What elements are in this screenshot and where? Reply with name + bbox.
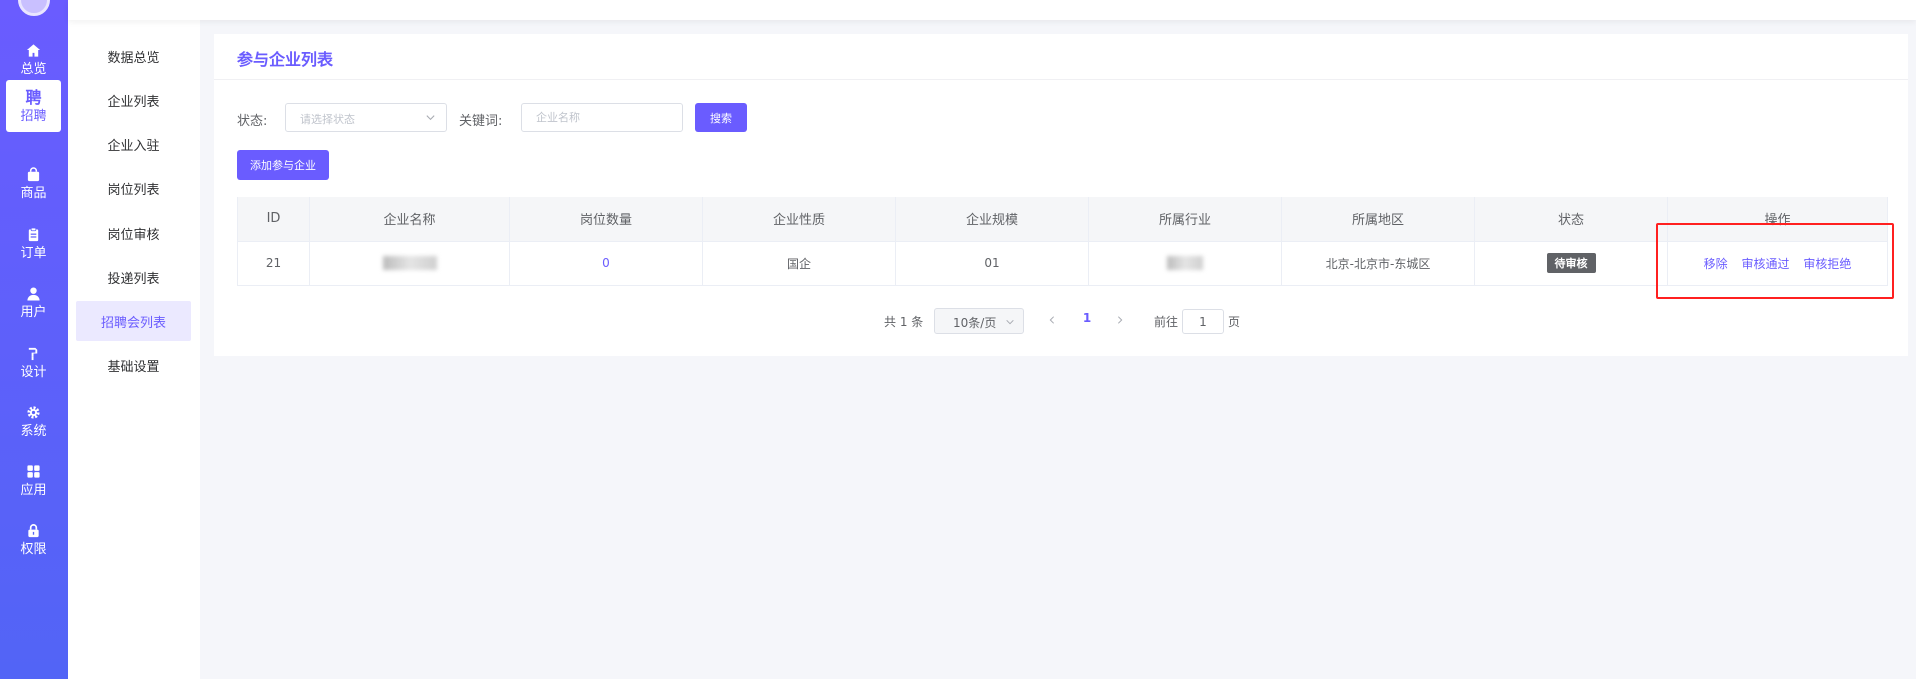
status-badge: 待审核: [1546, 253, 1596, 273]
submenu-item-job-fair-list[interactable]: 招聘会列表: [76, 301, 191, 341]
col-header-actions: 操作: [1667, 197, 1888, 242]
page-size-select[interactable]: 10条/页: [934, 308, 1024, 334]
recruit-icon: 聘: [25, 87, 42, 107]
keyword-filter-label: 关键词:: [459, 114, 503, 129]
col-header-region: 所属地区: [1281, 197, 1475, 242]
pagination-total: 共 1 条: [884, 315, 924, 329]
cell-actions: 移除 审核通过 审核拒绝: [1667, 241, 1888, 286]
user-icon: [26, 286, 41, 301]
cell-scale: 01: [895, 241, 1089, 286]
participants-table: ID 企业名称 岗位数量 企业性质 企业规模 所属行业 所属地区 状态 操作 2…: [237, 197, 1888, 286]
rail-item-goods[interactable]: 商品: [6, 158, 61, 210]
submenu-item-delivery-list[interactable]: 投递列表: [76, 257, 191, 297]
chevron-down-icon: [426, 115, 435, 121]
rail-item-system[interactable]: 系统: [6, 396, 61, 448]
cell-id: 21: [237, 241, 310, 286]
content-card: 参与企业列表 状态: 请选择状态 关键词: 搜索 添加参与企业: [214, 34, 1908, 356]
table-row: 21 0 国企 01 北京-北京市-东城区 待审核 移除 审核通过 审核拒绝: [237, 241, 1888, 286]
goto-suffix: 页: [1228, 315, 1241, 329]
rail-item-orders[interactable]: 订单: [6, 218, 61, 270]
main-nav-rail: 总览 聘 招聘 商品 订单 用户 设计 系统 应用 权限: [0, 0, 68, 679]
col-header-company-name: 企业名称: [309, 197, 510, 242]
search-button[interactable]: 搜索: [695, 103, 747, 132]
col-header-job-count: 岗位数量: [509, 197, 703, 242]
card-header: 参与企业列表: [214, 34, 1908, 80]
sub-menu: 数据总览 企业列表 企业入驻 岗位列表 岗位审核 投递列表 招聘会列表 基础设置: [68, 0, 200, 679]
submenu-item-data-overview[interactable]: 数据总览: [76, 36, 191, 76]
status-filter-label: 状态:: [237, 114, 268, 129]
remove-button[interactable]: 移除: [1704, 257, 1728, 271]
cell-region: 北京-北京市-东城区: [1281, 241, 1475, 286]
cell-nature: 国企: [702, 241, 896, 286]
reject-button[interactable]: 审核拒绝: [1803, 257, 1851, 271]
status-select-placeholder: 请选择状态: [300, 113, 355, 126]
approve-button[interactable]: 审核通过: [1741, 257, 1789, 271]
lock-icon: [26, 523, 41, 538]
rail-item-design[interactable]: 设计: [6, 337, 61, 389]
submenu-item-job-list[interactable]: 岗位列表: [76, 168, 191, 208]
next-page-button[interactable]: [1112, 311, 1128, 329]
cell-company-name: [309, 241, 510, 286]
goto-page-input[interactable]: [1182, 309, 1224, 334]
submenu-item-job-review[interactable]: 岗位审核: [76, 213, 191, 253]
brush-icon: [26, 346, 41, 361]
clipboard-icon: [26, 227, 41, 242]
col-header-scale: 企业规模: [895, 197, 1089, 242]
goto-prefix: 前往: [1154, 315, 1179, 329]
keyword-input[interactable]: [521, 103, 683, 132]
chevron-right-icon: [1117, 316, 1123, 324]
col-header-status: 状态: [1474, 197, 1668, 242]
redacted-company-name: [382, 256, 437, 271]
rail-item-overview[interactable]: 总览: [6, 34, 61, 86]
rail-item-recruit[interactable]: 聘 招聘: [6, 80, 61, 132]
redacted-industry: [1167, 256, 1203, 271]
bag-icon: [26, 167, 41, 182]
submenu-item-company-list[interactable]: 企业列表: [76, 80, 191, 120]
rail-item-apps[interactable]: 应用: [6, 455, 61, 507]
job-count-link[interactable]: 0: [602, 256, 610, 270]
chevron-left-icon: [1049, 316, 1055, 324]
submenu-item-company-join[interactable]: 企业入驻: [76, 124, 191, 164]
col-header-nature: 企业性质: [702, 197, 896, 242]
cell-industry: [1088, 241, 1282, 286]
add-participant-button[interactable]: 添加参与企业: [237, 150, 329, 180]
col-header-industry: 所属行业: [1088, 197, 1282, 242]
gear-icon: [26, 405, 41, 420]
top-header: [68, 0, 1916, 20]
home-icon: [26, 43, 41, 58]
cell-job-count: 0: [509, 241, 703, 286]
grid-icon: [26, 464, 41, 479]
cell-status: 待审核: [1474, 241, 1668, 286]
prev-page-button[interactable]: [1044, 311, 1060, 329]
app-logo[interactable]: [18, 0, 50, 16]
page-title: 参与企业列表: [237, 50, 334, 69]
page-size-value: 10条/页: [953, 316, 997, 330]
col-header-id: ID: [237, 197, 310, 242]
table-header-row: ID 企业名称 岗位数量 企业性质 企业规模 所属行业 所属地区 状态 操作: [237, 197, 1888, 242]
page-number-current[interactable]: 1: [1080, 311, 1094, 329]
rail-item-permissions[interactable]: 权限: [6, 514, 61, 566]
submenu-item-basic-settings[interactable]: 基础设置: [76, 345, 191, 385]
chevron-down-icon: [1006, 319, 1014, 325]
rail-item-users[interactable]: 用户: [6, 277, 61, 329]
status-select[interactable]: 请选择状态: [285, 103, 447, 132]
